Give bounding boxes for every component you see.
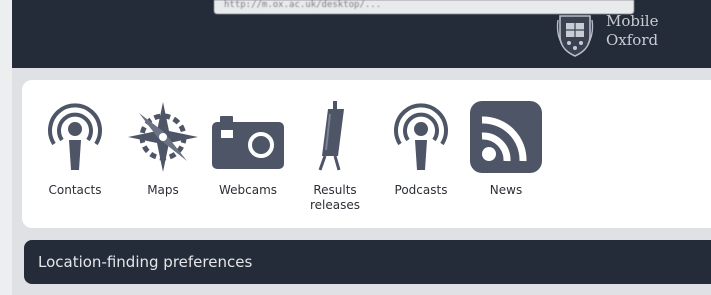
logo-line-mobile: Mobile	[606, 12, 659, 30]
easel-icon	[318, 101, 344, 171]
camera-icon	[212, 116, 284, 169]
app-news[interactable]: News	[466, 100, 546, 198]
broadcast-person-icon	[48, 103, 102, 170]
app-launcher-panel: Contacts Maps Webcams Results releases P…	[22, 80, 711, 228]
oxford-crest-icon	[556, 15, 594, 57]
location-preferences-label: Location-finding preferences	[38, 253, 253, 271]
app-webcams[interactable]: Webcams	[208, 100, 288, 198]
app-contacts[interactable]: Contacts	[35, 100, 115, 198]
app-label-news: News	[489, 183, 523, 197]
site-logo-text[interactable]: Mobile Oxford	[606, 12, 658, 50]
app-podcasts[interactable]: Podcasts	[381, 100, 461, 198]
page-edge	[0, 0, 12, 295]
app-maps[interactable]: Maps	[123, 100, 203, 198]
rss-icon	[470, 101, 542, 173]
app-label-maps: Maps	[147, 183, 179, 197]
app-label-webcams: Webcams	[218, 183, 278, 197]
app-label-podcasts: Podcasts	[394, 183, 448, 197]
app-label-contacts: Contacts	[48, 183, 102, 197]
broadcast-person-icon	[394, 103, 448, 170]
location-preferences-bar[interactable]: Location-finding preferences	[24, 240, 711, 284]
compass-star-icon	[128, 102, 198, 172]
logo-line-oxford: Oxford	[606, 31, 659, 49]
app-label-results-releases: Results releases	[309, 183, 360, 212]
app-results-releases[interactable]: Results releases	[295, 100, 375, 213]
